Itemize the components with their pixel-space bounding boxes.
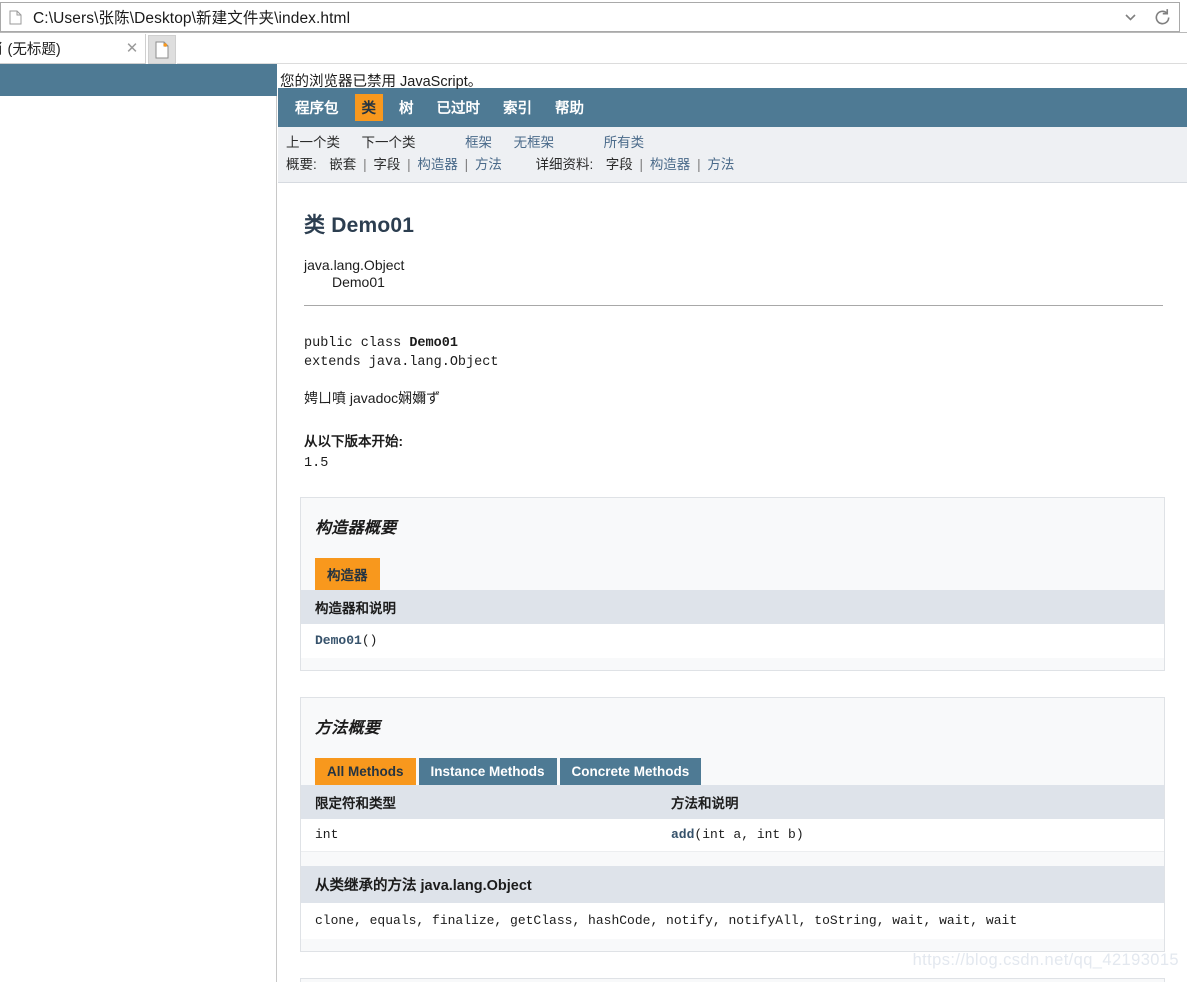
separator: | (639, 157, 644, 172)
browser-tab-strip: 肖 (无标题) ✕ (0, 34, 1187, 64)
method-args: (int a, int b) (694, 827, 804, 842)
constructor-detail-panel: 构造器详细资料 Demo01 (300, 978, 1165, 982)
constructor-column-header: 构造器和说明 (315, 601, 396, 616)
constructor-table-header: 构造器和说明 (301, 590, 1164, 624)
class-description: 娉ㄩ噴 javadoc娴嬭ず (304, 390, 441, 406)
since-label: 从以下版本开始: (304, 434, 403, 449)
subnav-row-navigation: 上一个类 下一个类 框架 无框架 所有类 (286, 132, 1187, 154)
class-hierarchy: java.lang.Object Demo01 (304, 257, 1165, 291)
subnav-row-summary-detail: 概要: 嵌套 | 字段 | 构造器 | 方法 详细资料: 字段 | 构造器 | … (286, 154, 1187, 176)
class-name-label: Demo01 (331, 214, 415, 237)
separator: | (407, 157, 411, 172)
noscript-message: 您的浏览器已禁用 JavaScript。 (280, 74, 483, 90)
detail-method[interactable]: 方法 (707, 157, 734, 172)
summary-field: 字段 (373, 157, 401, 172)
browser-tab[interactable]: 肖 (无标题) ✕ (0, 34, 146, 64)
summary-constructor[interactable]: 构造器 (417, 157, 458, 172)
nav-item-index[interactable]: 索引 (496, 94, 539, 121)
link-prev-class[interactable]: 上一个类 (286, 135, 340, 150)
inherited-methods-class: java.lang.Object (420, 878, 532, 894)
signature-modifiers: public class (304, 336, 410, 351)
since-value: 1.5 (304, 456, 329, 471)
table-row: Demo01() (301, 624, 1164, 658)
watermark: https://blog.csdn.net/qq_42193015 (912, 951, 1179, 969)
tab-constructors[interactable]: 构造器 (315, 558, 380, 590)
detail-constructor[interactable]: 构造器 (650, 157, 691, 172)
nav-item-deprecated[interactable]: 已过时 (430, 94, 488, 121)
detail-field: 字段 (605, 157, 633, 172)
summary-nested: 嵌套 (329, 157, 357, 172)
signature-line-1: public class Demo01 (304, 334, 1165, 353)
method-summary-panel: 方法概要 All Methods Instance Methods Concre… (300, 697, 1165, 952)
left-frame-panel (0, 64, 277, 982)
method-table-header: 限定符和类型 方法和说明 (301, 785, 1164, 819)
hierarchy-leaf: Demo01 (332, 274, 385, 290)
divider (304, 305, 1163, 306)
inherited-methods-list: clone, equals, finalize, getClass, hashC… (301, 903, 1164, 939)
constructor-args: () (361, 633, 378, 648)
left-frame-header-band (0, 64, 277, 96)
tab-all-methods[interactable]: All Methods (315, 758, 416, 785)
nav-item-class[interactable]: 类 (354, 94, 383, 121)
address-input[interactable]: C:\Users\张陈\Desktop\新建文件夹\index.html (27, 6, 1115, 28)
class-kind-label: 类 (304, 214, 326, 237)
address-input-box[interactable]: C:\Users\张陈\Desktop\新建文件夹\index.html (0, 2, 1180, 32)
javadoc-class-frame: 您的浏览器已禁用 JavaScript。 程序包 类 树 已过时 索引 帮助 上… (278, 64, 1187, 982)
tab-concrete-methods[interactable]: Concrete Methods (559, 758, 702, 785)
link-no-frames[interactable]: 无框架 (514, 135, 555, 150)
close-icon[interactable]: ✕ (119, 41, 145, 56)
method-tab-row: All Methods Instance Methods Concrete Me… (315, 758, 1164, 785)
summary-method[interactable]: 方法 (475, 157, 502, 172)
constructor-tab-row: 构造器 (315, 558, 1164, 590)
constructor-summary-title: 构造器概要 (315, 520, 397, 537)
inherited-methods-prefix: 从类继承的方法 (315, 878, 421, 894)
link-all-classes[interactable]: 所有类 (604, 135, 645, 150)
page-icon (3, 10, 27, 25)
constructor-summary-panel: 构造器概要 构造器 构造器和说明 Demo01() (300, 497, 1165, 671)
nav-item-tree[interactable]: 树 (392, 94, 421, 121)
table-row: int add(int a, int b) (301, 819, 1164, 852)
link-frames[interactable]: 框架 (465, 135, 492, 150)
browser-tab-title: 肖 (无标题) (0, 42, 61, 58)
separator: | (363, 157, 367, 172)
javadoc-top-navbar: 程序包 类 树 已过时 索引 帮助 (278, 88, 1187, 127)
method-summary-title: 方法概要 (315, 720, 381, 737)
method-link[interactable]: add (671, 827, 694, 842)
class-signature: public class Demo01 extends java.lang.Ob… (304, 334, 1165, 372)
tab-instance-methods[interactable]: Instance Methods (418, 758, 557, 785)
page-title: 类 Demo01 (304, 209, 1165, 239)
summary-label: 概要: (286, 157, 317, 172)
link-next-class[interactable]: 下一个类 (362, 135, 416, 150)
method-modifier: int (315, 827, 339, 842)
separator: | (464, 157, 469, 172)
method-column-modifier: 限定符和类型 (315, 796, 396, 811)
javadoc-content: 类 Demo01 java.lang.Object Demo01 public … (278, 209, 1187, 982)
new-tab-button[interactable] (148, 35, 176, 64)
chevron-down-icon[interactable] (1115, 13, 1145, 21)
inherited-methods-header: 从类继承的方法 java.lang.Object (301, 866, 1164, 903)
signature-class-name: Demo01 (409, 336, 458, 351)
javadoc-sub-navbar: 上一个类 下一个类 框架 无框架 所有类 概要: 嵌套 | 字段 | 构造器 |… (278, 127, 1187, 183)
nav-item-packages[interactable]: 程序包 (288, 94, 346, 121)
separator: | (697, 157, 701, 172)
constructor-link[interactable]: Demo01 (315, 633, 362, 648)
detail-label: 详细资料: (535, 157, 594, 172)
page-viewport: 您的浏览器已禁用 JavaScript。 程序包 类 树 已过时 索引 帮助 上… (0, 64, 1187, 982)
browser-address-bar: C:\Users\张陈\Desktop\新建文件夹\index.html (0, 0, 1187, 33)
tab-strip-empty-area (177, 34, 1187, 64)
method-signature: add(int a, int b) (671, 827, 1164, 842)
nav-item-help[interactable]: 帮助 (548, 94, 591, 121)
signature-line-2: extends java.lang.Object (304, 355, 499, 370)
method-column-description: 方法和说明 (671, 796, 739, 811)
reload-icon[interactable] (1145, 8, 1179, 27)
hierarchy-root: java.lang.Object (304, 257, 405, 273)
